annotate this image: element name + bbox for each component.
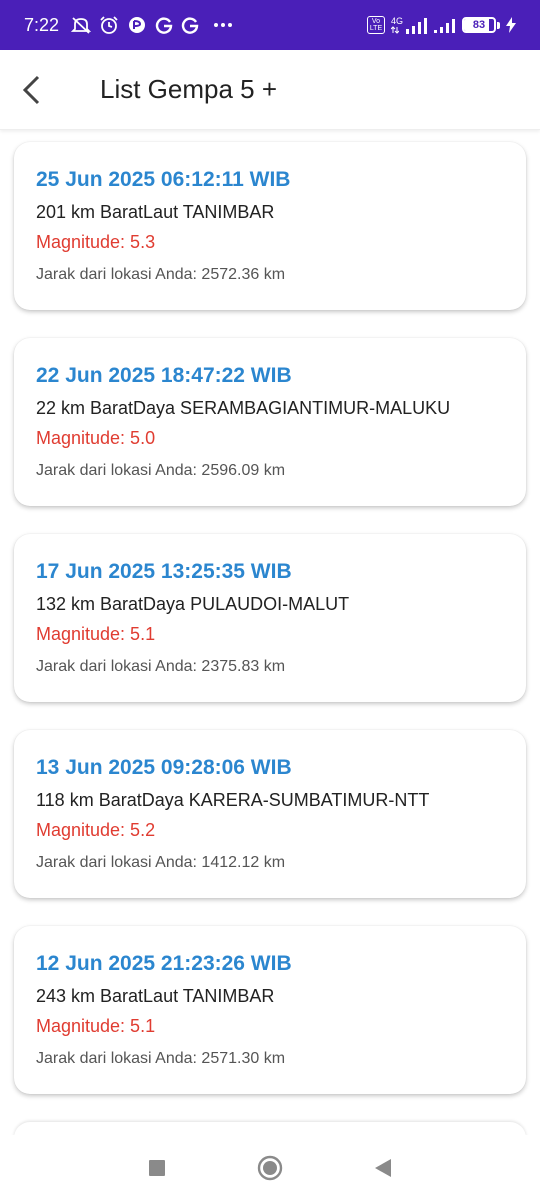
app-bar: List Gempa 5 + xyxy=(0,50,540,130)
earthquake-location: 22 km BaratDaya SERAMBAGIANTIMUR-MALUKU xyxy=(36,398,451,418)
volte-icon: Vo LTE xyxy=(366,16,385,34)
earthquake-card[interactable]: 22 Jun 2025 18:47:22 WIB 22 km BaratDaya… xyxy=(14,338,526,506)
system-nav-bar xyxy=(0,1135,540,1200)
status-right: Vo LTE 4G 83 xyxy=(366,15,516,34)
mute-icon xyxy=(71,16,92,34)
home-button[interactable] xyxy=(250,1148,290,1188)
earthquake-card[interactable]: 13 Jun 2025 09:28:06 WIB 118 km BaratDay… xyxy=(14,730,526,898)
earthquake-magnitude: Magnitude: 5.2 xyxy=(36,820,156,840)
earthquake-date: 12 Jun 2025 21:23:26 WIB xyxy=(36,952,292,975)
earthquake-list: 25 Jun 2025 06:12:11 WIB 201 km BaratLau… xyxy=(14,142,526,1152)
earthquake-magnitude: Magnitude: 5.3 xyxy=(36,232,156,252)
app-icon xyxy=(127,15,147,35)
earthquake-date: 22 Jun 2025 18:47:22 WIB xyxy=(36,364,292,387)
signal-icon xyxy=(406,17,427,34)
google-icon xyxy=(181,16,199,34)
earthquake-magnitude: Magnitude: 5.1 xyxy=(36,624,156,644)
earthquake-card[interactable]: 25 Jun 2025 06:12:11 WIB 201 km BaratLau… xyxy=(14,142,526,310)
status-left: 7:22 xyxy=(24,15,233,36)
recent-apps-button[interactable] xyxy=(137,1148,177,1188)
signal-icon-2 xyxy=(434,19,455,33)
earthquake-location: 118 km BaratDaya KARERA-SUMBATIMUR-NTT xyxy=(36,790,430,810)
google-icon xyxy=(155,16,173,34)
back-arrow-icon xyxy=(22,75,40,104)
back-icon xyxy=(375,1158,392,1177)
data-arrows-icon xyxy=(390,25,399,34)
earthquake-distance: Jarak dari lokasi Anda: 1412.12 km xyxy=(36,854,286,871)
recent-apps-icon xyxy=(148,1159,165,1176)
earthquake-location: 243 km BaratLaut TANIMBAR xyxy=(36,986,275,1006)
earthquake-distance: Jarak dari lokasi Anda: 2572.36 km xyxy=(36,266,286,283)
home-icon xyxy=(257,1155,283,1180)
status-bar: 7:22 Vo LTE 4G 83 xyxy=(0,0,540,50)
back-button[interactable] xyxy=(2,50,62,130)
earthquake-distance: Jarak dari lokasi Anda: 2571.30 km xyxy=(36,1050,286,1067)
page-title: List Gempa 5 + xyxy=(100,74,278,104)
earthquake-magnitude: Magnitude: 5.0 xyxy=(36,428,156,448)
network-type: 4G xyxy=(390,15,403,26)
earthquake-distance: Jarak dari lokasi Anda: 2375.83 km xyxy=(36,658,286,675)
system-back-button[interactable] xyxy=(363,1148,403,1188)
signal-group: 4G xyxy=(390,15,428,34)
battery-level: 83 xyxy=(472,19,486,31)
earthquake-date: 25 Jun 2025 06:12:11 WIB xyxy=(36,168,291,191)
alarm-icon xyxy=(99,15,119,35)
earthquake-location: 132 km BaratDaya PULAUDOI-MALUT xyxy=(36,594,350,614)
earthquake-card[interactable]: 12 Jun 2025 21:23:26 WIB 243 km BaratLau… xyxy=(14,926,526,1094)
earthquake-date: 17 Jun 2025 13:25:35 WIB xyxy=(36,560,292,583)
status-time: 7:22 xyxy=(24,14,60,35)
earthquake-distance: Jarak dari lokasi Anda: 2596.09 km xyxy=(36,462,286,479)
battery-icon: 83 xyxy=(462,17,500,33)
earthquake-magnitude: Magnitude: 5.1 xyxy=(36,1016,156,1036)
more-icon xyxy=(213,22,233,28)
charging-icon xyxy=(506,17,516,33)
earthquake-card[interactable]: 17 Jun 2025 13:25:35 WIB 132 km BaratDay… xyxy=(14,534,526,702)
earthquake-location: 201 km BaratLaut TANIMBAR xyxy=(36,202,275,222)
earthquake-date: 13 Jun 2025 09:28:06 WIB xyxy=(36,756,292,779)
